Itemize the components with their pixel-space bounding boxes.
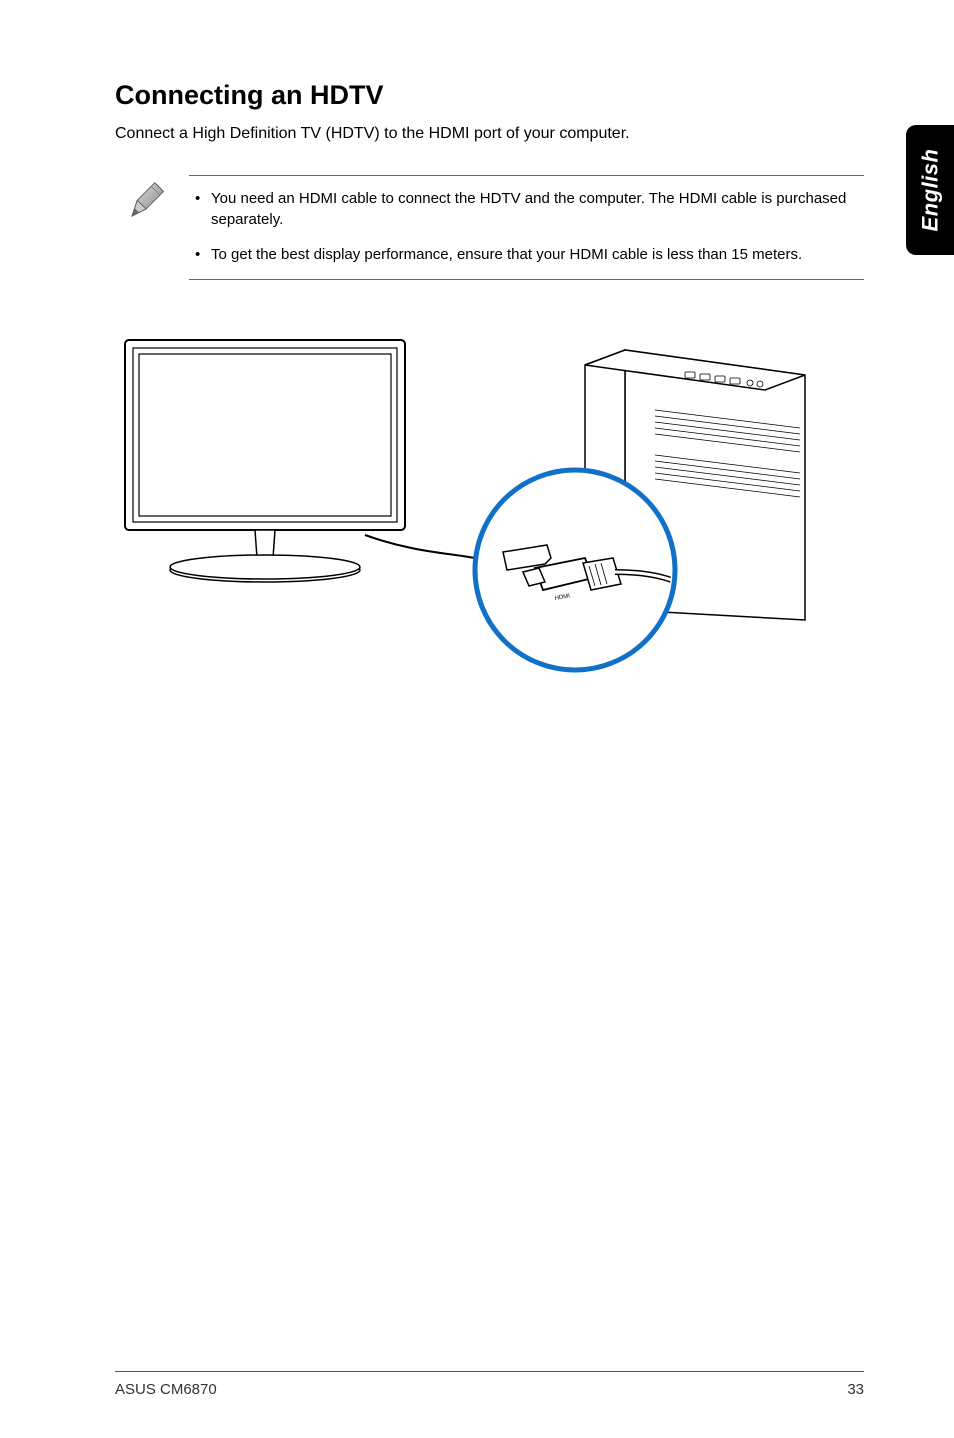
page-title: Connecting an HDTV <box>115 80 864 111</box>
note-content: You need an HDMI cable to connect the HD… <box>189 175 864 280</box>
page-footer: ASUS CM6870 33 <box>115 1381 864 1398</box>
note-item: To get the best display performance, ens… <box>193 244 860 265</box>
connection-diagram: HDMI <box>115 320 835 680</box>
note-block: You need an HDMI cable to connect the HD… <box>125 175 864 280</box>
note-item: You need an HDMI cable to connect the HD… <box>193 188 860 230</box>
footer-product: ASUS CM6870 <box>115 1381 217 1398</box>
hdtv-illustration <box>125 340 405 582</box>
language-tab-label: English <box>917 149 943 232</box>
footer-page-number: 33 <box>847 1381 864 1398</box>
footer-divider <box>115 1371 864 1372</box>
language-tab: English <box>906 125 954 255</box>
intro-text: Connect a High Definition TV (HDTV) to t… <box>115 125 864 143</box>
pencil-icon <box>125 181 167 223</box>
